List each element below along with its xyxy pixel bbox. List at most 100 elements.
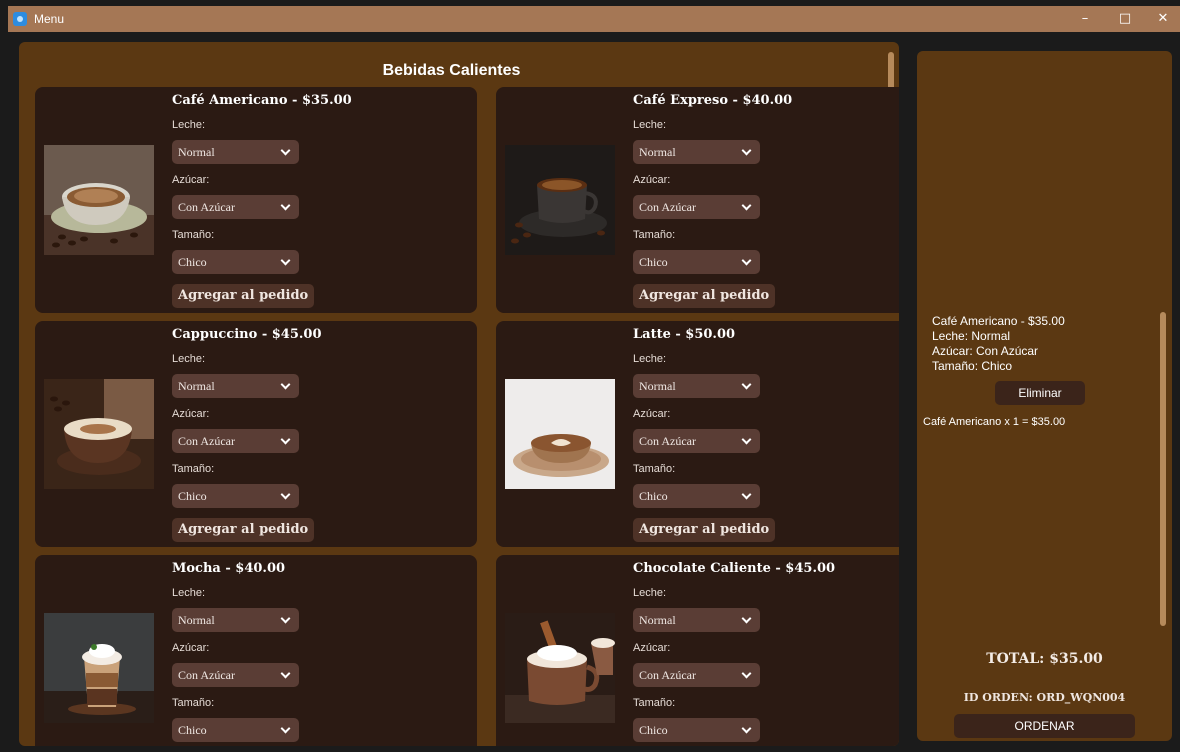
hot-chocolate-icon	[505, 613, 615, 723]
leche-label: Leche:	[172, 587, 206, 599]
select-value: Con Azúcar	[639, 668, 696, 682]
product-name: Latte - $50.00	[633, 327, 736, 342]
select-value: Chico	[639, 255, 668, 269]
select-value: Chico	[178, 255, 207, 269]
chevron-down-icon	[280, 379, 291, 390]
product-card-cafe-expreso: Café Expreso - $40.00 Leche: Normal Azúc…	[496, 87, 899, 313]
add-to-order-button[interactable]: Agregar al pedido	[172, 284, 315, 308]
window-title: Menu	[34, 12, 65, 26]
product-name: Cappuccino - $45.00	[172, 327, 322, 342]
tamano-label: Tamaño:	[633, 697, 676, 709]
chevron-down-icon	[741, 145, 752, 156]
menu-panel: Bebidas Calientes Café Americano - $35.0…	[19, 42, 899, 746]
product-card-chocolate-caliente: Chocolate Caliente - $45.00 Leche: Norma…	[496, 555, 899, 746]
chevron-down-icon	[741, 379, 752, 390]
select-value: Con Azúcar	[639, 200, 696, 214]
azucar-select[interactable]: Con Azúcar	[633, 195, 760, 219]
chevron-down-icon	[741, 200, 752, 211]
azucar-select[interactable]: Con Azúcar	[172, 429, 299, 453]
select-value: Con Azúcar	[639, 434, 696, 448]
tamano-label: Tamaño:	[172, 697, 215, 709]
tamano-label: Tamaño:	[172, 463, 215, 475]
product-card-cappuccino: Cappuccino - $45.00 Leche: Normal Azúcar…	[35, 321, 477, 547]
chevron-down-icon	[280, 255, 291, 266]
leche-label: Leche:	[172, 119, 206, 131]
chevron-down-icon	[280, 200, 291, 211]
order-item-leche: Leche: Normal	[932, 329, 1011, 343]
chevron-down-icon	[741, 723, 752, 734]
leche-label: Leche:	[633, 587, 667, 599]
product-name: Café Expreso - $40.00	[633, 93, 793, 108]
azucar-label: Azúcar:	[172, 174, 210, 186]
app-icon	[13, 12, 27, 26]
leche-label: Leche:	[633, 353, 667, 365]
select-value: Chico	[639, 489, 668, 503]
azucar-label: Azúcar:	[633, 174, 671, 186]
order-item-name: Café Americano - $35.00	[932, 314, 1065, 328]
leche-label: Leche:	[172, 353, 206, 365]
product-name: Chocolate Caliente - $45.00	[633, 561, 836, 576]
azucar-label: Azúcar:	[172, 642, 210, 654]
azucar-select[interactable]: Con Azúcar	[172, 195, 299, 219]
chevron-down-icon	[280, 723, 291, 734]
title-bar: Menu – □ ✕	[8, 6, 1180, 32]
order-panel: Café Americano - $35.00 Leche: Normal Az…	[917, 51, 1172, 741]
tamano-select[interactable]: Chico	[633, 484, 760, 508]
product-card-cafe-americano: Café Americano - $35.00 Leche: Normal Az…	[35, 87, 477, 313]
order-summary-line: Café Americano x 1 = $35.00	[923, 416, 1066, 428]
leche-select[interactable]: Normal	[172, 374, 299, 398]
add-to-order-button[interactable]: Agregar al pedido	[633, 518, 776, 542]
chevron-down-icon	[741, 489, 752, 500]
chevron-down-icon	[280, 668, 291, 679]
leche-select[interactable]: Normal	[172, 608, 299, 632]
order-id: ID ORDEN: ORD_WQN004	[963, 691, 1126, 704]
tamano-select[interactable]: Chico	[172, 718, 299, 742]
azucar-select[interactable]: Con Azúcar	[172, 663, 299, 687]
chevron-down-icon	[741, 434, 752, 445]
order-item: Café Americano - $35.00 Leche: Normal Az…	[932, 314, 1065, 374]
select-value: Normal	[639, 379, 676, 393]
mocha-glass-icon	[44, 613, 154, 723]
add-to-order-button[interactable]: Agregar al pedido	[172, 518, 315, 542]
chevron-down-icon	[741, 255, 752, 266]
minimize-button[interactable]: –	[1066, 6, 1104, 32]
product-card-latte: Latte - $50.00 Leche: Normal Azúcar: Con…	[496, 321, 899, 547]
select-value: Normal	[178, 145, 215, 159]
product-card-mocha: Mocha - $40.00 Leche: Normal Azúcar: Con…	[35, 555, 477, 746]
cappuccino-icon	[44, 379, 154, 489]
leche-label: Leche:	[633, 119, 667, 131]
chevron-down-icon	[280, 434, 291, 445]
azucar-label: Azúcar:	[633, 408, 671, 420]
product-name: Mocha - $40.00	[172, 561, 286, 576]
tamano-select[interactable]: Chico	[172, 484, 299, 508]
leche-select[interactable]: Normal	[633, 140, 760, 164]
leche-select[interactable]: Normal	[633, 374, 760, 398]
submit-order-button[interactable]: ORDENAR	[954, 714, 1135, 738]
chevron-down-icon	[280, 145, 291, 156]
azucar-select[interactable]: Con Azúcar	[633, 663, 760, 687]
tamano-label: Tamaño:	[172, 229, 215, 241]
latte-art-icon	[505, 379, 615, 489]
maximize-button[interactable]: □	[1106, 6, 1144, 32]
order-item-tamano: Tamaño: Chico	[932, 359, 1013, 373]
leche-select[interactable]: Normal	[633, 608, 760, 632]
order-scrollbar[interactable]	[1160, 312, 1166, 626]
azucar-select[interactable]: Con Azúcar	[633, 429, 760, 453]
tamano-select[interactable]: Chico	[172, 250, 299, 274]
section-title: Bebidas Calientes	[382, 62, 521, 79]
espresso-cup-icon	[505, 145, 615, 255]
order-item-azucar: Azúcar: Con Azúcar	[932, 344, 1039, 358]
chevron-down-icon	[741, 668, 752, 679]
azucar-label: Azúcar:	[633, 642, 671, 654]
close-button[interactable]: ✕	[1144, 6, 1180, 32]
add-to-order-button[interactable]: Agregar al pedido	[633, 284, 776, 308]
product-name: Café Americano - $35.00	[172, 93, 352, 108]
select-value: Normal	[639, 613, 676, 627]
select-value: Normal	[178, 379, 215, 393]
leche-select[interactable]: Normal	[172, 140, 299, 164]
chevron-down-icon	[280, 613, 291, 624]
tamano-select[interactable]: Chico	[633, 718, 760, 742]
tamano-select[interactable]: Chico	[633, 250, 760, 274]
select-value: Normal	[178, 613, 215, 627]
remove-item-button[interactable]: Eliminar	[995, 381, 1085, 405]
